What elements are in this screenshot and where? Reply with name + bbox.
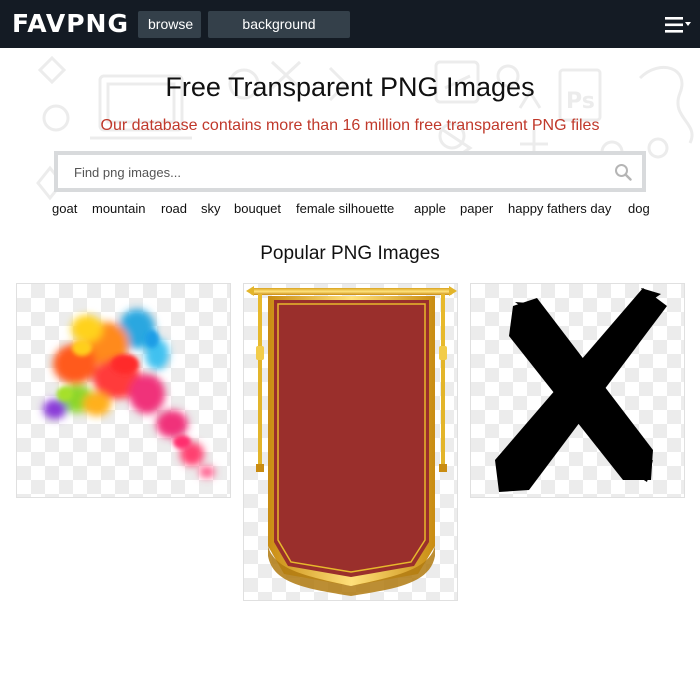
tag-link[interactable]: dog	[628, 201, 650, 216]
browse-button[interactable]: browse	[138, 11, 201, 38]
image-card-black-x[interactable]	[470, 283, 685, 498]
site-logo[interactable]: FAVPNG	[12, 9, 129, 38]
tag-link[interactable]: female silhouette	[296, 201, 394, 216]
hamburger-menu-icon[interactable]	[665, 16, 691, 34]
search-bar	[54, 151, 646, 192]
page-title: Free Transparent PNG Images	[165, 72, 535, 102]
image-card-color-powder[interactable]	[16, 283, 231, 498]
image-card-red-banner[interactable]	[243, 283, 458, 601]
search-input[interactable]	[72, 155, 616, 190]
tag-link[interactable]: apple	[414, 201, 446, 216]
top-navbar: FAVPNG browse background remover	[0, 0, 700, 59]
tag-link[interactable]: paper	[460, 201, 493, 216]
tag-link[interactable]: goat	[52, 201, 77, 216]
color-powder-image	[43, 309, 215, 478]
tag-link[interactable]: mountain	[92, 201, 145, 216]
tag-link[interactable]: happy fathers day	[508, 201, 611, 216]
red-banner-image	[246, 286, 457, 596]
tag-link[interactable]: bouquet	[234, 201, 281, 216]
tag-link[interactable]: sky	[201, 201, 221, 216]
search-icon[interactable]	[614, 163, 632, 181]
black-x-image	[495, 288, 667, 492]
tag-link[interactable]: road	[161, 201, 187, 216]
page-subtitle: Our database contains more than 16 milli…	[100, 117, 600, 134]
popular-section-title: Popular PNG Images	[260, 243, 440, 264]
background-remover-button[interactable]: background remover	[208, 11, 350, 59]
